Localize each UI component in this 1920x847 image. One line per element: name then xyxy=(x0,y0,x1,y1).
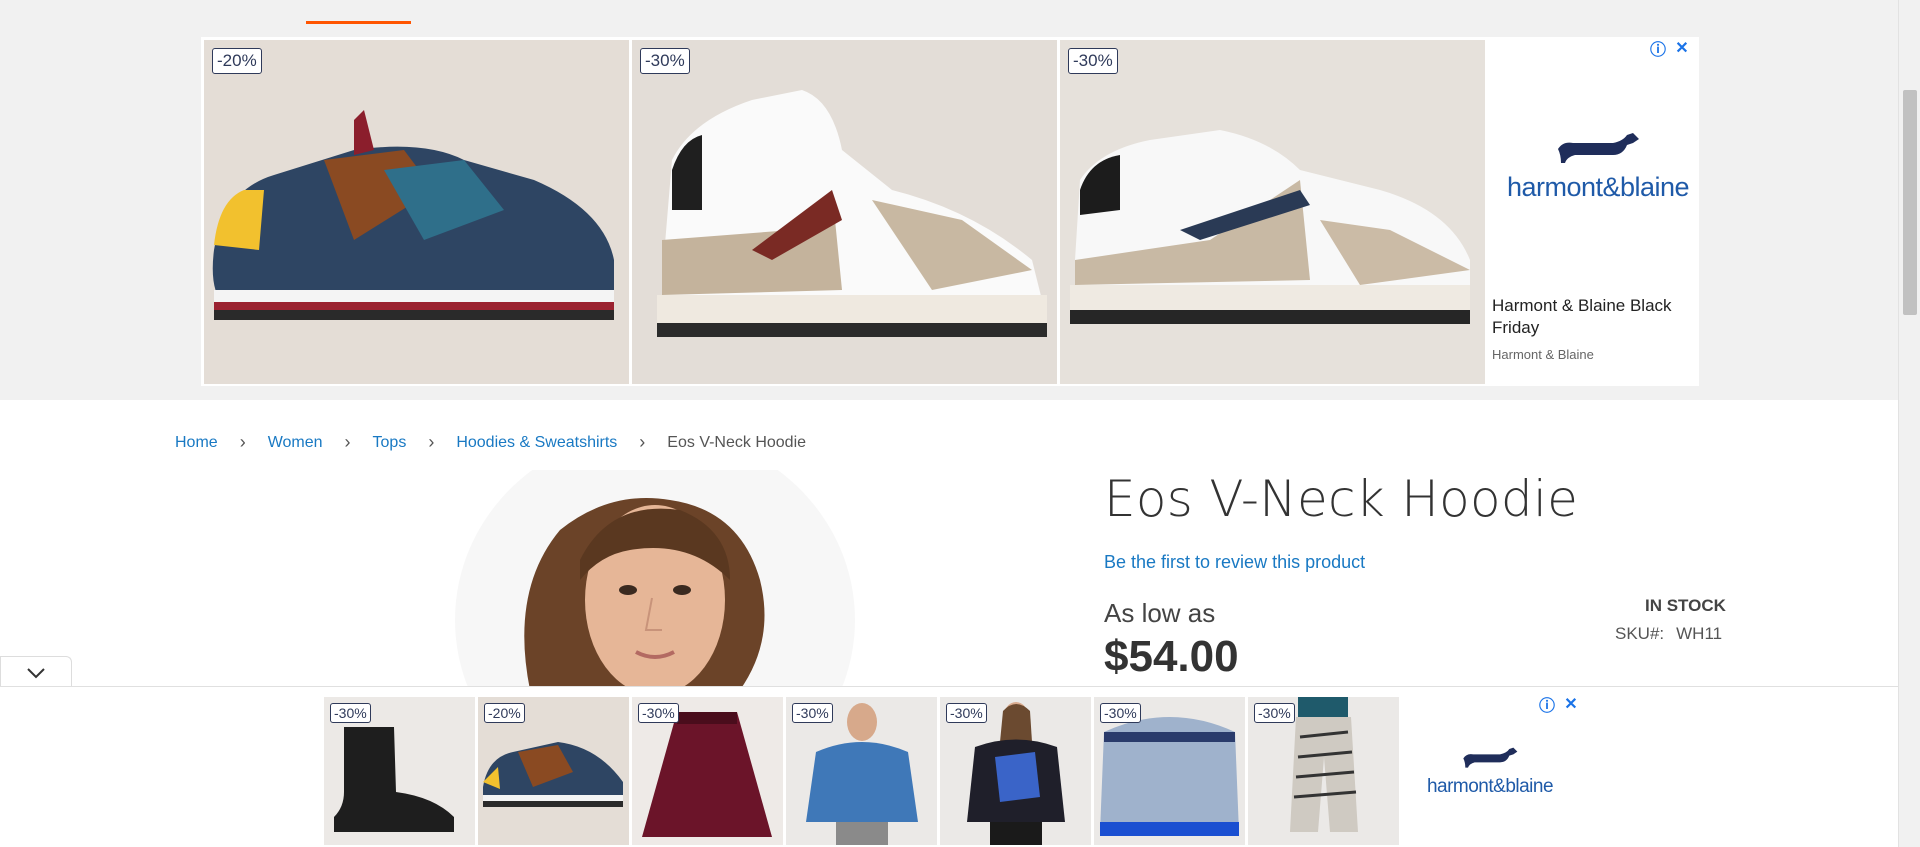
product-title: Eos V-Neck Hoodie xyxy=(1104,470,1579,528)
discount-badge: -30% xyxy=(1254,703,1295,723)
sku-value: WH11 xyxy=(1676,624,1723,643)
discount-badge: -30% xyxy=(330,703,371,723)
discount-badge: -30% xyxy=(946,703,987,723)
top-ad-region: -20% -30% -30% ⓘ ✕ harmont&blaine Harmon… xyxy=(0,0,1898,400)
discount-badge: -20% xyxy=(212,48,262,74)
sku-info: SKU#: WH11 xyxy=(1615,624,1722,644)
sneaker-image xyxy=(632,40,1057,384)
discount-badge: -30% xyxy=(1100,703,1141,723)
ad-tile-skirt[interactable]: -30% xyxy=(632,697,783,845)
ad-brand-panel[interactable]: ⓘ ✕ harmont&blaine Harmont & Blaine Blac… xyxy=(1486,37,1699,386)
info-icon[interactable]: ⓘ xyxy=(1649,39,1667,59)
product-main-image[interactable] xyxy=(440,470,860,690)
discount-badge: -30% xyxy=(1068,48,1118,74)
stock-status: IN STOCK xyxy=(1645,596,1726,615)
brand-name: harmont&blaine xyxy=(1426,776,1554,797)
brand-logo: harmont&blaine xyxy=(1498,127,1698,203)
brand-name: harmont&blaine xyxy=(1506,172,1690,202)
ad-tile-sneaker[interactable]: -20% xyxy=(478,697,629,845)
dachshund-logo-icon xyxy=(1463,747,1518,768)
ad-tile-sneaker-2[interactable]: -30% xyxy=(632,40,1057,384)
ad-tile-knit-sweater[interactable]: -30% xyxy=(1094,697,1245,845)
model-photo xyxy=(455,470,855,690)
ad-tile-man-sweater[interactable]: -30% xyxy=(786,697,937,845)
ad-tile-sneaker-1[interactable]: -20% xyxy=(204,40,629,384)
breadcrumb-current: Eos V-Neck Hoodie xyxy=(667,433,807,451)
sneaker-image xyxy=(204,40,629,384)
top-banner-ad[interactable]: -20% -30% -30% ⓘ ✕ harmont&blaine Harmon… xyxy=(201,37,1699,386)
breadcrumb-tops[interactable]: Tops xyxy=(373,434,407,452)
info-icon[interactable]: ⓘ xyxy=(1538,695,1556,715)
close-icon[interactable]: ✕ xyxy=(1673,39,1691,57)
sku-label: SKU#: xyxy=(1615,624,1665,643)
ad-title[interactable]: Harmont & Blaine Black Friday xyxy=(1492,295,1692,339)
discount-badge: -30% xyxy=(640,48,690,74)
dachshund-logo-icon xyxy=(1558,133,1639,163)
ad-tile-woman-sweater[interactable]: -30% xyxy=(940,697,1091,845)
scrollbar-thumb[interactable] xyxy=(1903,90,1917,315)
price-prefix: As low as xyxy=(1104,598,1216,628)
collapse-ad-button[interactable] xyxy=(0,656,72,688)
chevron-right-icon: › xyxy=(639,432,646,452)
close-icon[interactable]: ✕ xyxy=(1562,695,1580,713)
product-price: $54.00 xyxy=(1104,632,1239,681)
ad-tile-trousers[interactable]: -30% xyxy=(1248,697,1399,845)
bottom-banner-ad[interactable]: -30% -20% -30% -30% -30% -30% -30% ⓘ ✕ h… xyxy=(0,686,1898,847)
ad-tile-sneaker-3[interactable]: -30% xyxy=(1060,40,1485,384)
sneaker-image xyxy=(1060,40,1485,384)
ad-subtitle: Harmont & Blaine xyxy=(1492,347,1594,362)
breadcrumb-women[interactable]: Women xyxy=(268,434,323,452)
bottom-ad-brand-panel[interactable]: ⓘ ✕ harmont&blaine xyxy=(1400,693,1580,843)
chevron-right-icon: › xyxy=(239,432,246,452)
ad-tile-boot[interactable]: -30% xyxy=(324,697,475,845)
breadcrumb-hoodies[interactable]: Hoodies & Sweatshirts xyxy=(456,434,617,452)
discount-badge: -30% xyxy=(792,703,833,723)
review-link[interactable]: Be the first to review this product xyxy=(1104,552,1365,573)
chevron-right-icon: › xyxy=(344,432,351,452)
brand-logo: harmont&blaine xyxy=(1400,743,1580,798)
chevron-right-icon: › xyxy=(428,432,435,452)
breadcrumb-home[interactable]: Home xyxy=(175,434,218,452)
discount-badge: -20% xyxy=(484,703,525,723)
breadcrumb: Home › Women › Tops › Hoodies & Sweatshi… xyxy=(175,432,806,453)
discount-badge: -30% xyxy=(638,703,679,723)
chevron-down-icon xyxy=(27,667,45,678)
active-nav-indicator xyxy=(306,21,411,24)
page-scrollbar[interactable] xyxy=(1898,0,1920,847)
